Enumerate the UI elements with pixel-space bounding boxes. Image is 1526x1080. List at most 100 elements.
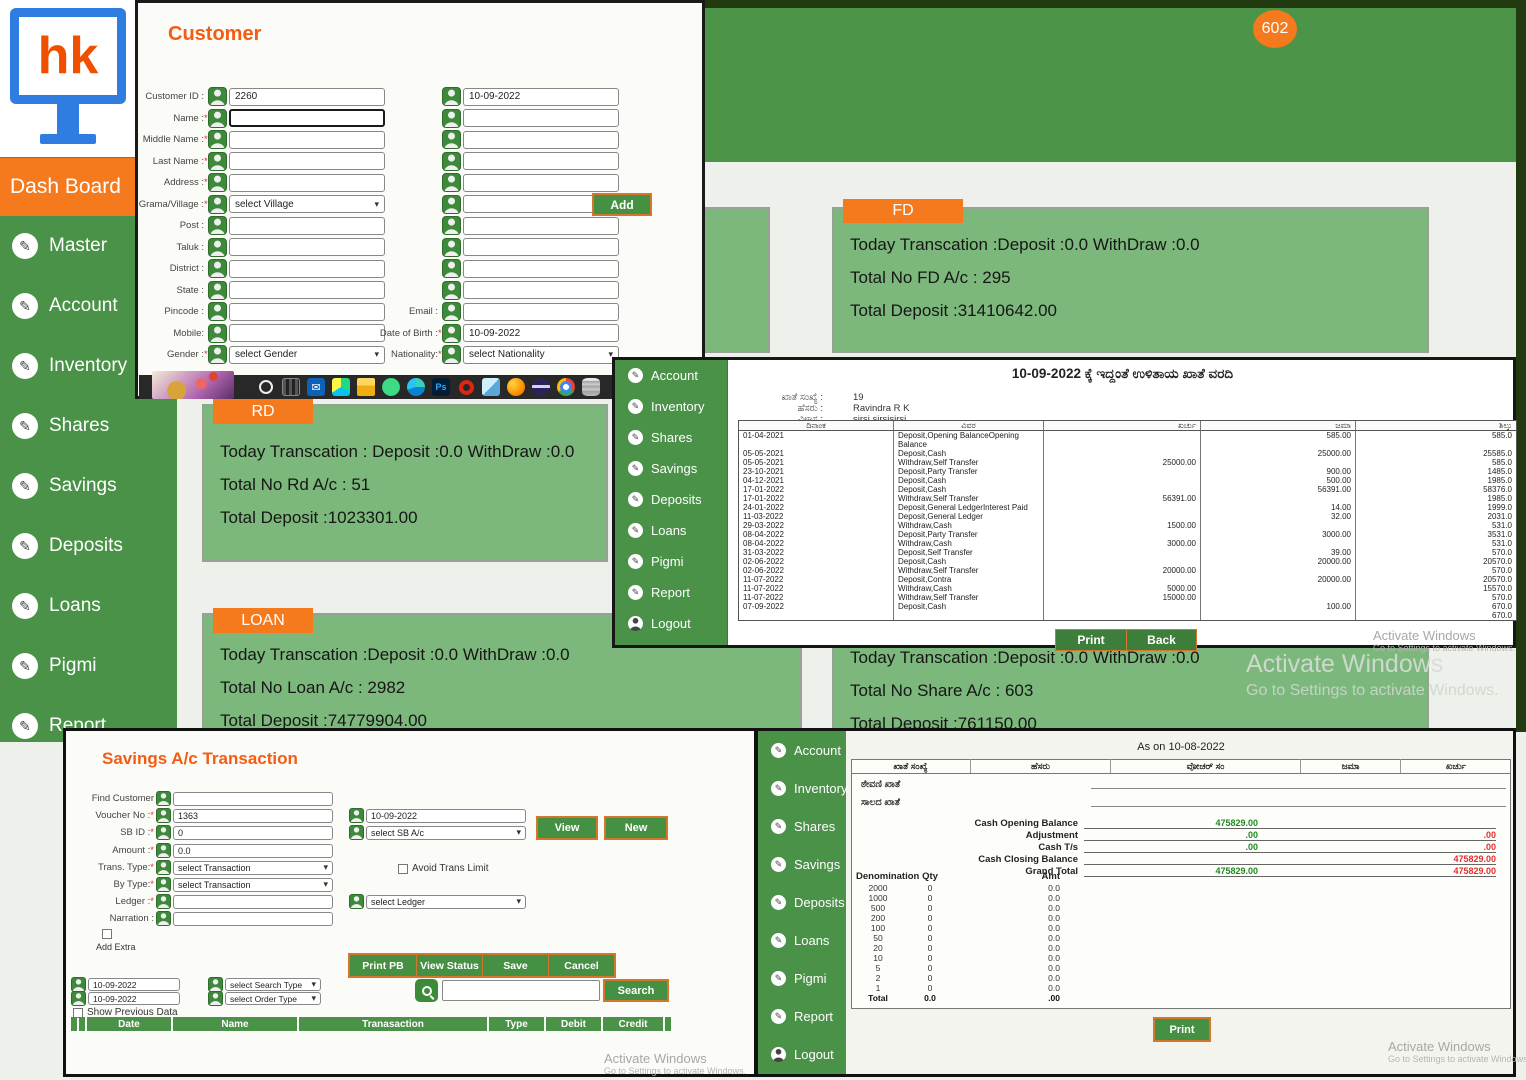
opera-mini-icon[interactable] [257, 378, 275, 396]
sidebar-item[interactable]: ✎ Loans [615, 515, 727, 546]
form-input[interactable]: 2260 [229, 88, 385, 106]
sidebar-item-logout[interactable]: Logout [758, 1035, 846, 1073]
form-input[interactable] [229, 303, 385, 321]
form-input[interactable]: select Gender▾ [229, 346, 385, 364]
find-customer-input[interactable] [173, 792, 333, 806]
add-button[interactable]: Add [592, 193, 652, 216]
3d-builder-icon[interactable] [482, 378, 500, 396]
print-button[interactable]: Print [1056, 630, 1126, 650]
edge-icon[interactable] [407, 378, 425, 396]
form-input[interactable] [229, 109, 385, 127]
form-input[interactable] [463, 109, 619, 127]
person-icon [208, 152, 227, 171]
form-input[interactable]: 10-09-2022 [463, 324, 619, 342]
sidebar-item[interactable]: ✎ Report [615, 577, 727, 608]
voucher-no-input[interactable]: 1363 [173, 809, 333, 823]
form-input[interactable]: select Village▾ [229, 195, 385, 213]
form-input[interactable] [463, 174, 619, 192]
form-input[interactable] [463, 260, 619, 278]
form-input[interactable] [229, 174, 385, 192]
table-row: 200 0 0.0 [856, 913, 1060, 923]
sidebar-item-label: Loans [49, 595, 101, 617]
new-button[interactable]: New [604, 816, 668, 840]
avoid-trans-limit: Avoid Trans Limit [398, 861, 489, 876]
form-input[interactable] [463, 131, 619, 149]
view-status-button[interactable]: View Status [416, 955, 482, 976]
search-input[interactable] [442, 980, 600, 1001]
sidebar-item[interactable]: ✎ Shares [615, 422, 727, 453]
form-input[interactable] [229, 217, 385, 235]
avoid-trans-limit-checkbox[interactable] [398, 864, 408, 874]
films-tv-icon[interactable] [282, 378, 300, 396]
form-input[interactable] [229, 281, 385, 299]
form-input[interactable] [229, 238, 385, 256]
photoshop-icon[interactable]: Ps [432, 378, 450, 396]
sidebar-item[interactable]: ✎ Account [615, 360, 727, 391]
narration-input[interactable] [173, 912, 333, 926]
amount-input[interactable]: 0.0 [173, 844, 333, 858]
form-input[interactable] [229, 131, 385, 149]
sidebar-item[interactable]: ✎ Pigmi [758, 959, 846, 997]
sb-id-input[interactable]: 0 [173, 826, 333, 840]
form-input[interactable] [463, 303, 619, 321]
form-input[interactable] [463, 217, 619, 235]
form-input[interactable] [463, 238, 619, 256]
form-input[interactable] [229, 260, 385, 278]
eclipse-icon[interactable] [532, 378, 550, 396]
sidebar-item[interactable]: ✎ Loans [758, 921, 846, 959]
sidebar-item[interactable]: ✎ Savings [758, 845, 846, 883]
cancel-button[interactable]: Cancel [548, 955, 614, 976]
sidebar-item[interactable]: ✎ Deposits [758, 883, 846, 921]
mail-icon[interactable]: ✉ [307, 378, 325, 396]
sidebar-item[interactable]: ✎ Savings [615, 453, 727, 484]
save-button[interactable]: Save [482, 955, 548, 976]
ledger-input[interactable] [173, 895, 333, 909]
form-input[interactable] [229, 324, 385, 342]
chrome-icon[interactable] [557, 378, 575, 396]
sidebar-item[interactable]: ✎ Deposits [0, 516, 177, 576]
sidebar-item[interactable]: ✎ Pigmi [615, 546, 727, 577]
person-icon [442, 130, 461, 149]
android-studio-icon[interactable] [382, 378, 400, 396]
opera-icon[interactable] [457, 378, 475, 396]
view-button[interactable]: View [536, 816, 598, 840]
file-explorer-icon[interactable] [357, 378, 375, 396]
trans-type-select[interactable]: select Transaction▾ [173, 861, 333, 875]
search-button[interactable]: Search [603, 979, 669, 1002]
database-icon[interactable] [582, 378, 600, 396]
sidebar-item[interactable]: ✎ Deposits [615, 484, 727, 515]
show-previous-checkbox[interactable] [73, 1008, 83, 1018]
order-type-select[interactable]: select Order Type▾ [225, 992, 321, 1005]
add-extra-checkbox[interactable] [102, 929, 112, 939]
sidebar-item[interactable]: ✎ Shares [758, 807, 846, 845]
chevron-down-icon: ▾ [323, 879, 328, 890]
ledger-select[interactable]: select Ledger▾ [366, 895, 526, 909]
form-input[interactable] [463, 152, 619, 170]
sidebar-item[interactable]: ✎ Pigmi [0, 636, 177, 696]
photos-thumbnail[interactable] [152, 371, 234, 399]
form-input[interactable] [463, 281, 619, 299]
form-input[interactable]: 10-09-2022 [463, 88, 619, 106]
sidebar-item[interactable]: ✎ Inventory [758, 769, 846, 807]
sidebar-item[interactable]: ✎ Report [758, 997, 846, 1035]
form-input[interactable]: select Nationality▾ [463, 346, 619, 364]
print-button[interactable]: Print [1153, 1017, 1211, 1042]
date-from-input[interactable]: 10-09-2022 [88, 978, 180, 991]
voucher-date-input[interactable]: 10-09-2022 [366, 809, 526, 823]
date-to-input[interactable]: 10-09-2022 [88, 992, 180, 1005]
rd-panel: Today Transcation : Deposit :0.0 WithDra… [202, 404, 608, 562]
firefox-icon[interactable] [507, 378, 525, 396]
sb-account-select[interactable]: select SB A/c▾ [366, 826, 526, 840]
form-input[interactable] [229, 152, 385, 170]
back-button[interactable]: Back [1126, 630, 1196, 650]
sidebar-item[interactable]: ✎ Shares [0, 396, 177, 456]
by-type-select[interactable]: select Transaction▾ [173, 878, 333, 892]
pycharm-icon[interactable] [332, 378, 350, 396]
print-pb-button[interactable]: Print PB [350, 955, 416, 976]
sidebar-item[interactable]: ✎ Inventory [615, 391, 727, 422]
sidebar-item[interactable]: ✎ Savings [0, 456, 177, 516]
sidebar-item-logout[interactable]: Logout [615, 608, 727, 639]
sidebar-item[interactable]: ✎ Loans [0, 576, 177, 636]
sidebar-item[interactable]: ✎ Account [758, 731, 846, 769]
search-type-select[interactable]: select Search Type▾ [225, 978, 321, 991]
